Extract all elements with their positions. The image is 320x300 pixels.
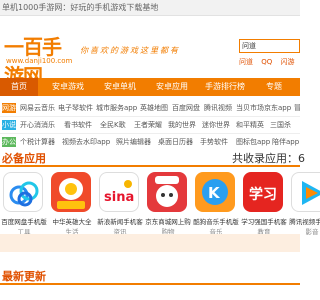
app-card[interactable]: 百度网盘手机版 工具 bbox=[0, 172, 48, 236]
tencent-video-icon[interactable] bbox=[291, 172, 320, 212]
section-underline bbox=[0, 283, 300, 285]
promo-band bbox=[0, 234, 300, 252]
app-card[interactable]: K 酷狗音乐手机版 音乐 bbox=[192, 172, 240, 236]
hot-search-links: 问道 QQ 闪游 bbox=[239, 57, 301, 67]
quick-link[interactable]: 图标包app bbox=[236, 134, 270, 150]
app-card[interactable]: sina 新浪新闻手机客 资讯 bbox=[96, 172, 144, 236]
nav-android-single[interactable]: 安卓单机 bbox=[98, 78, 142, 96]
quick-link[interactable]: 腾讯视频 bbox=[204, 100, 232, 116]
svg-text:K: K bbox=[208, 184, 221, 202]
app-name[interactable]: 酷狗音乐手机版 bbox=[192, 216, 240, 226]
quick-links-row-1: 网游 网易云音乐 电子琴软件 城市服务app 英雄地图 百度网盘 腾讯视频 当贝… bbox=[0, 100, 300, 116]
quick-link[interactable]: 王者荣耀 bbox=[134, 117, 162, 133]
logo-url: www.danji100.com bbox=[6, 57, 73, 65]
section-underline bbox=[0, 165, 300, 167]
sina-icon[interactable]: sina bbox=[99, 172, 139, 212]
app-name[interactable]: 中华英雄大全 bbox=[48, 216, 96, 226]
quick-link[interactable]: 看书软件 bbox=[64, 117, 92, 133]
top-info-text: 单机1000手游网：好玩的手机游戏下载基地 bbox=[2, 3, 159, 12]
app-name[interactable]: 学习强国手机客 bbox=[240, 216, 288, 226]
quick-link[interactable]: 英雄地图 bbox=[140, 100, 168, 116]
row-tag-office: 办公 bbox=[2, 137, 16, 147]
quick-link[interactable]: 网易云音乐 bbox=[20, 100, 55, 116]
site-header: 一百手游网 www.danji100.com 你喜欢的游戏这里都有 问道 问道 … bbox=[0, 17, 301, 88]
quick-link[interactable]: 和平精英 bbox=[236, 117, 264, 133]
app-card[interactable]: 腾讯视频手机客 影音 bbox=[288, 172, 320, 236]
quick-link[interactable]: 个税计算器 bbox=[20, 134, 55, 150]
quick-link[interactable]: 手势软件 bbox=[200, 134, 228, 150]
nav-home[interactable]: 首页 bbox=[0, 78, 38, 96]
app-name[interactable]: 新浪新闻手机客 bbox=[96, 216, 144, 226]
quick-link[interactable]: 当贝市场 bbox=[236, 100, 264, 116]
app-card[interactable]: 中华英雄大全 生活 bbox=[48, 172, 96, 236]
quick-link[interactable]: 我的世界 bbox=[168, 117, 196, 133]
hot-link-2[interactable]: QQ bbox=[261, 58, 272, 66]
app-count: 共收录应用：6 bbox=[232, 152, 305, 165]
app-name[interactable]: 腾讯视频手机客 bbox=[288, 216, 320, 226]
app-name[interactable]: 百度网盘手机版 bbox=[0, 216, 48, 226]
quick-link[interactable]: 陪伴app bbox=[272, 134, 299, 150]
nav-android-games[interactable]: 安卓游戏 bbox=[46, 78, 90, 96]
quick-link[interactable]: 桌面日历器 bbox=[158, 134, 193, 150]
main-nav: 首页 安卓游戏 安卓单机 安卓应用 手游排行榜 专题 bbox=[0, 78, 300, 96]
quick-link[interactable]: 电子琴软件 bbox=[58, 100, 93, 116]
quick-link[interactable]: 百度网盘 bbox=[172, 100, 200, 116]
jd-dog-icon[interactable] bbox=[147, 172, 187, 212]
app-card[interactable]: 京东商城网上购 购物 bbox=[144, 172, 192, 236]
quick-link[interactable]: 城市服务app bbox=[96, 100, 137, 116]
xuexi-icon[interactable]: 学习 bbox=[243, 172, 283, 212]
kugou-icon[interactable]: K bbox=[195, 172, 235, 212]
quick-links-row-2: 小说 开心消消乐 看书软件 全民K歌 王者荣耀 我的世界 迷你世界 和平精英 三… bbox=[0, 117, 300, 133]
nav-android-apps[interactable]: 安卓应用 bbox=[150, 78, 194, 96]
site-slogan: 你喜欢的游戏这里都有 bbox=[80, 46, 180, 55]
quick-link[interactable]: 京东app bbox=[264, 100, 291, 116]
egg-icon[interactable] bbox=[51, 172, 91, 212]
svg-text:学习: 学习 bbox=[249, 186, 277, 203]
hot-link-3[interactable]: 闪游 bbox=[281, 58, 295, 66]
row-tag-net: 网游 bbox=[2, 103, 16, 113]
section-title-latest: 最新更新 bbox=[2, 270, 46, 283]
site-logo[interactable]: 一百手游网 www.danji100.com bbox=[4, 25, 74, 88]
quick-links-row-3: 办公 个税计算器 视频去水印app 照片编辑器 桌面日历器 手势软件 图标包ap… bbox=[0, 134, 300, 150]
quick-link[interactable]: 迷你世界 bbox=[202, 117, 230, 133]
quick-link[interactable]: 开心消消乐 bbox=[20, 117, 55, 133]
quick-link[interactable]: 全民K歌 bbox=[100, 117, 126, 133]
app-name[interactable]: 京东商城网上购 bbox=[144, 216, 192, 226]
quick-link[interactable]: 照片编辑器 bbox=[116, 134, 151, 150]
quick-link[interactable]: 三国杀 bbox=[270, 117, 291, 133]
baidu-pan-icon[interactable] bbox=[3, 172, 43, 212]
quick-link[interactable]: 冒 bbox=[294, 100, 300, 116]
nav-topics[interactable]: 专题 bbox=[256, 78, 292, 96]
app-card[interactable]: 学习 学习强国手机客 教育 bbox=[240, 172, 288, 236]
hot-link-1[interactable]: 问道 bbox=[239, 58, 253, 66]
nav-rankings[interactable]: 手游排行榜 bbox=[200, 78, 250, 96]
quick-link[interactable]: 视频去水印app bbox=[62, 134, 110, 150]
row-tag-novel: 小说 bbox=[2, 120, 16, 130]
search-input[interactable]: 问道 bbox=[239, 39, 300, 53]
svg-text:sina: sina bbox=[104, 190, 134, 205]
top-info-bar: 单机1000手游网：好玩的手机游戏下载基地 bbox=[0, 0, 300, 16]
section-title-essential: 必备应用 bbox=[2, 152, 46, 165]
